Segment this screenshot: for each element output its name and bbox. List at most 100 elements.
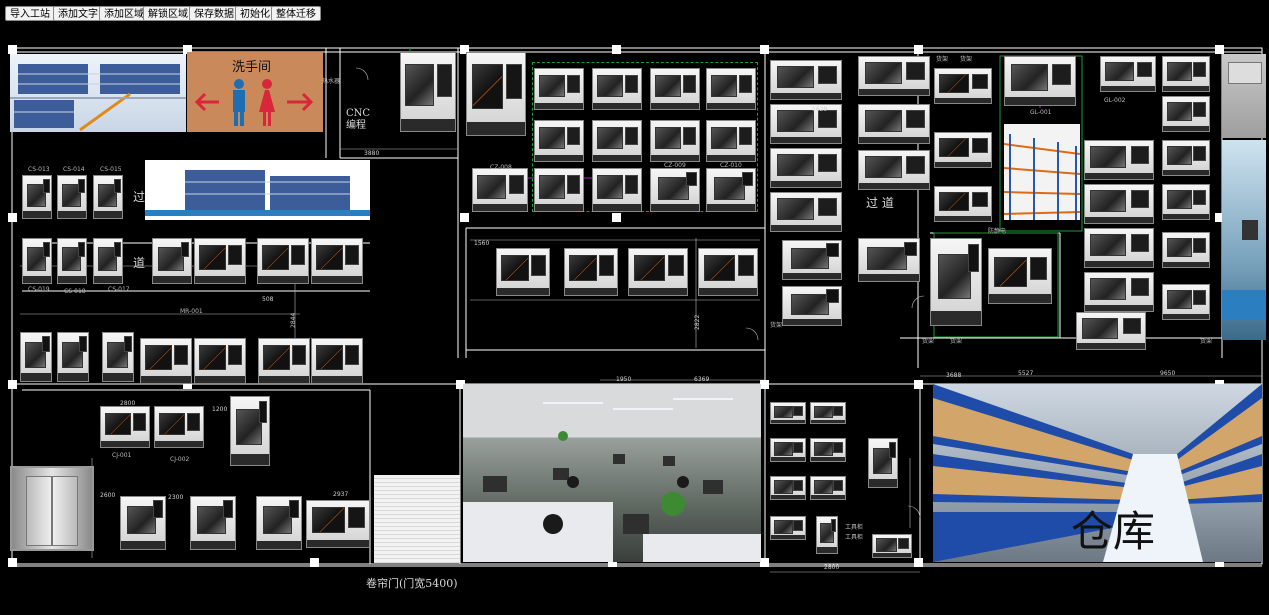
machine[interactable]: [140, 338, 192, 384]
machine[interactable]: [306, 500, 370, 548]
machine[interactable]: [706, 68, 756, 110]
machine[interactable]: [706, 120, 756, 162]
machine[interactable]: [1162, 284, 1210, 320]
machine[interactable]: [930, 238, 982, 326]
machine[interactable]: [194, 338, 246, 384]
machine[interactable]: [770, 148, 842, 188]
machine[interactable]: [120, 496, 166, 550]
machine-cs-019[interactable]: [22, 238, 52, 284]
corner-handle[interactable]: [914, 45, 923, 54]
corner-handle[interactable]: [1215, 45, 1224, 54]
machine[interactable]: [934, 186, 992, 222]
corner-handle[interactable]: [760, 380, 769, 389]
machine[interactable]: [592, 168, 642, 212]
machine[interactable]: [988, 248, 1052, 304]
machine[interactable]: [1084, 272, 1154, 312]
machine[interactable]: [1162, 232, 1210, 268]
machine[interactable]: [564, 248, 618, 296]
machine[interactable]: [868, 438, 898, 488]
machine[interactable]: [1162, 96, 1210, 132]
machine[interactable]: [472, 168, 528, 212]
machine[interactable]: [770, 104, 842, 144]
machine[interactable]: [816, 516, 838, 554]
machine[interactable]: [770, 192, 842, 232]
machine[interactable]: [311, 238, 363, 284]
add-area-button[interactable]: 添加区域: [99, 6, 149, 21]
corner-handle[interactable]: [310, 558, 319, 567]
machine[interactable]: [628, 248, 688, 296]
machine[interactable]: [810, 476, 846, 500]
machine-cs-013[interactable]: [22, 175, 52, 219]
machine[interactable]: [57, 332, 89, 382]
machine[interactable]: [534, 120, 584, 162]
add-text-button[interactable]: 添加文字: [53, 6, 103, 21]
machine[interactable]: [257, 238, 309, 284]
machine[interactable]: [858, 104, 930, 144]
machine[interactable]: [698, 248, 758, 296]
move-all-button[interactable]: 整体迁移: [271, 6, 321, 21]
floor-plan-canvas[interactable]: 洗手间 CNC 编程 CS-013 CS-014 CS-015 过 道 CS-0…: [0, 28, 1269, 615]
save-data-button[interactable]: 保存数据: [189, 6, 239, 21]
machine[interactable]: [770, 402, 806, 424]
machine-cs-018[interactable]: [57, 238, 87, 284]
machine[interactable]: [1076, 312, 1146, 350]
machine[interactable]: [1162, 184, 1210, 220]
machine[interactable]: [311, 338, 363, 384]
corner-handle[interactable]: [612, 45, 621, 54]
machine[interactable]: [934, 68, 992, 104]
machine[interactable]: [782, 240, 842, 280]
machine[interactable]: [1162, 56, 1210, 92]
corner-handle[interactable]: [914, 558, 923, 567]
machine[interactable]: [650, 68, 700, 110]
machine[interactable]: [858, 238, 920, 282]
machine[interactable]: [858, 150, 930, 190]
machine[interactable]: [1084, 140, 1154, 180]
machine[interactable]: [1100, 56, 1156, 92]
machine[interactable]: [256, 496, 302, 550]
corner-handle[interactable]: [460, 213, 469, 222]
corner-handle[interactable]: [8, 380, 17, 389]
machine[interactable]: [230, 396, 270, 466]
machine[interactable]: [872, 534, 912, 558]
machine[interactable]: [152, 238, 192, 284]
machine[interactable]: [194, 238, 246, 284]
machine-cs-014[interactable]: [57, 175, 87, 219]
machine[interactable]: [770, 476, 806, 500]
import-station-button[interactable]: 导入工站: [5, 6, 55, 21]
machine[interactable]: [810, 438, 846, 462]
machine[interactable]: [782, 286, 842, 326]
machine[interactable]: [100, 406, 150, 448]
unlock-area-button[interactable]: 解锁区域: [143, 6, 193, 21]
machine[interactable]: [770, 60, 842, 100]
corner-handle[interactable]: [8, 45, 17, 54]
machine[interactable]: [810, 402, 846, 424]
machine-cs-017[interactable]: [93, 238, 123, 284]
machine[interactable]: [466, 52, 526, 136]
machine[interactable]: [858, 56, 930, 96]
machine[interactable]: [592, 120, 642, 162]
machine[interactable]: [496, 248, 550, 296]
machine[interactable]: [650, 120, 700, 162]
cnc-programming-station[interactable]: [400, 52, 456, 132]
corner-handle[interactable]: [914, 380, 923, 389]
initialize-button[interactable]: 初始化: [235, 6, 275, 21]
corner-handle[interactable]: [760, 558, 769, 567]
machine-cz-009[interactable]: [650, 168, 700, 212]
machine[interactable]: [534, 68, 584, 110]
machine[interactable]: [190, 496, 236, 550]
corner-handle[interactable]: [760, 45, 769, 54]
corner-handle[interactable]: [612, 213, 621, 222]
machine-cs-015[interactable]: [93, 175, 123, 219]
machine[interactable]: [1004, 56, 1076, 106]
machine[interactable]: [20, 332, 52, 382]
machine[interactable]: [770, 438, 806, 462]
corner-handle[interactable]: [8, 558, 17, 567]
machine-cz-010[interactable]: [706, 168, 756, 212]
machine[interactable]: [1162, 140, 1210, 176]
machine[interactable]: [258, 338, 310, 384]
machine[interactable]: [934, 132, 992, 168]
machine[interactable]: [770, 516, 806, 540]
corner-handle[interactable]: [8, 213, 17, 222]
machine[interactable]: [102, 332, 134, 382]
machine[interactable]: [592, 68, 642, 110]
